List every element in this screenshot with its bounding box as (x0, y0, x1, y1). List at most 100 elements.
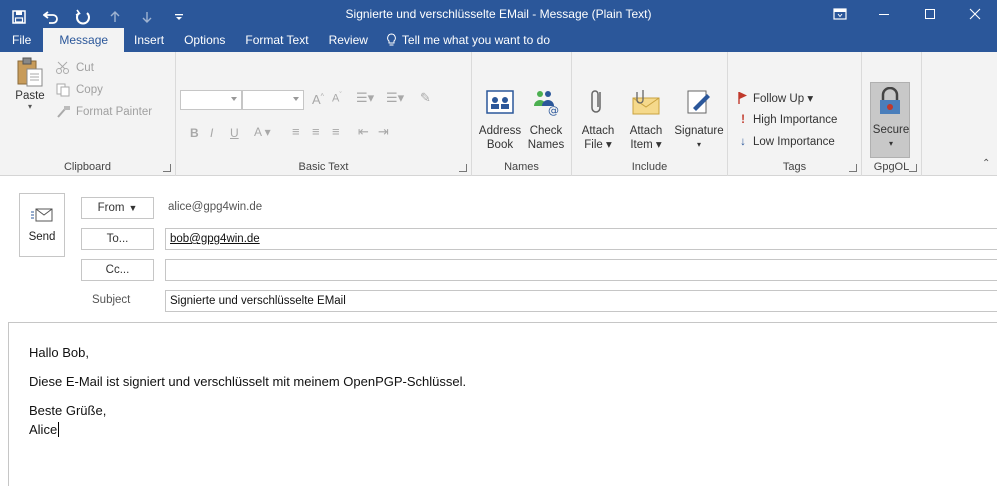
minimize-button[interactable] (862, 0, 906, 28)
clipboard-launcher-icon[interactable] (163, 164, 171, 172)
subject-label: Subject (92, 294, 131, 306)
paste-icon (17, 57, 43, 87)
cut-label: Cut (76, 62, 94, 74)
copy-label: Copy (76, 84, 103, 96)
cc-label: Cc... (105, 264, 130, 276)
minimize-icon (879, 14, 889, 15)
signature-button[interactable]: Signature ▾ (672, 88, 726, 158)
flag-icon (738, 92, 747, 104)
to-recipient[interactable]: bob@gpg4win.de (170, 233, 260, 245)
customize-qat-icon[interactable] (170, 8, 188, 26)
cut-button[interactable]: Cut (55, 58, 94, 78)
high-importance-button[interactable]: ! High Importance (738, 110, 837, 130)
decrease-indent-icon[interactable]: ⇤ (358, 124, 369, 140)
secure-button[interactable]: Secure ▾ (870, 82, 910, 158)
bold-button[interactable]: B (190, 126, 199, 140)
close-button[interactable] (953, 0, 997, 28)
send-icon (31, 208, 53, 222)
undo-icon[interactable] (42, 8, 60, 26)
tab-insert[interactable]: Insert (124, 28, 174, 52)
clear-formatting-icon[interactable]: ✎ (420, 90, 431, 106)
attach-file-label-2: File ▾ (584, 139, 612, 151)
address-book-label-1: Address (478, 125, 522, 137)
send-label: Send (28, 231, 56, 243)
paste-label: Paste (15, 90, 45, 102)
cc-field[interactable] (165, 259, 997, 281)
exclamation-icon: ! (741, 114, 745, 126)
copy-button[interactable]: Copy (55, 80, 103, 100)
up-arrow-icon[interactable] (106, 8, 124, 26)
names-group-label: Names (504, 161, 539, 173)
signature-icon (687, 90, 710, 114)
send-button[interactable]: Send (19, 193, 65, 257)
numbering-icon[interactable]: ☰▾ (386, 90, 404, 106)
tab-file[interactable]: File (0, 28, 43, 52)
collapse-ribbon-icon[interactable]: ⌃ (982, 158, 990, 169)
paste-button[interactable]: Paste ▾ (12, 56, 48, 132)
grow-font-icon[interactable]: A^ (312, 92, 324, 107)
scissors-icon (56, 61, 69, 74)
from-button[interactable]: From ▼ (81, 197, 154, 219)
from-dropdown-icon: ▼ (128, 203, 138, 213)
message-header: Send From ▼ alice@gpg4win.de To... bob@g… (0, 177, 997, 319)
address-book-button[interactable]: Address Book (478, 88, 522, 158)
maximize-button[interactable] (908, 0, 952, 28)
font-name-combo[interactable] (180, 90, 242, 110)
tab-format-text[interactable]: Format Text (235, 28, 318, 52)
format-painter-icon (57, 106, 70, 118)
cc-button[interactable]: Cc... (81, 259, 154, 281)
ribbon-display-icon (833, 8, 847, 20)
ribbon-tabs: File Message Insert Options Format Text … (0, 28, 550, 52)
follow-up-button[interactable]: Follow Up ▾ (738, 88, 813, 108)
low-importance-label: Low Importance (753, 136, 835, 148)
paste-dropdown-icon[interactable]: ▾ (28, 102, 32, 111)
attach-file-label-1: Attach (581, 125, 615, 137)
down-arrow-icon[interactable] (138, 8, 156, 26)
names-group: Address Book @ Check Names Names (472, 52, 572, 176)
bullets-icon[interactable]: ☰▾ (356, 90, 374, 106)
tab-message[interactable]: Message (43, 28, 125, 52)
to-field[interactable]: bob@gpg4win.de (165, 228, 997, 250)
quick-access-toolbar (10, 6, 188, 28)
body-line-content: Diese E-Mail ist signiert und verschlüss… (29, 374, 467, 389)
italic-button[interactable]: I (210, 126, 213, 140)
save-icon[interactable] (10, 8, 28, 26)
underline-button[interactable]: U (230, 126, 239, 140)
basic-text-launcher-icon[interactable] (459, 164, 467, 172)
tab-options[interactable]: Options (174, 28, 235, 52)
tags-group: Follow Up ▾ ! High Importance ↓ Low Impo… (728, 52, 862, 176)
align-right-icon[interactable]: ≡ (332, 124, 340, 139)
lightbulb-icon (387, 33, 396, 46)
align-left-icon[interactable]: ≡ (292, 124, 300, 139)
attach-item-button[interactable]: Attach Item ▾ (622, 88, 670, 158)
follow-up-label: Follow Up ▾ (753, 93, 814, 105)
font-size-combo[interactable] (242, 90, 304, 110)
format-painter-label: Format Painter (76, 106, 153, 118)
signature-dropdown-icon: ▾ (696, 140, 701, 149)
attach-file-button[interactable]: Attach File ▾ (576, 88, 620, 158)
tell-me-box[interactable]: Tell me what you want to do (378, 28, 550, 52)
font-color-icon[interactable]: A ▾ (254, 125, 271, 139)
from-value: alice@gpg4win.de (168, 201, 263, 213)
attach-item-label-2: Item ▾ (630, 139, 662, 151)
message-body[interactable]: Hallo Bob, Diese E-Mail ist signiert und… (8, 322, 997, 486)
check-names-button[interactable]: @ Check Names (524, 88, 568, 158)
ribbon: Paste ▾ Cut Copy Format Painter Clipboar… (0, 52, 997, 176)
tab-review[interactable]: Review (319, 28, 378, 52)
align-center-icon[interactable]: ≡ (312, 124, 320, 139)
svg-text:@: @ (548, 104, 559, 116)
paperclip-icon (591, 90, 601, 113)
format-painter-button[interactable]: Format Painter (55, 102, 152, 122)
ribbon-display-options-button[interactable] (818, 0, 862, 28)
include-group: Attach File ▾ Attach Item ▾ Signature ▾ (572, 52, 728, 176)
subject-field[interactable]: Signierte und verschlüsselte EMail (165, 290, 997, 312)
gpgol-launcher-icon[interactable] (909, 164, 917, 172)
tags-launcher-icon[interactable] (849, 164, 857, 172)
shrink-font-icon[interactable]: Aˇ (332, 92, 342, 105)
from-label: From (97, 202, 125, 214)
low-importance-button[interactable]: ↓ Low Importance (738, 132, 835, 152)
to-button[interactable]: To... (81, 228, 154, 250)
lock-icon (880, 87, 900, 114)
increase-indent-icon[interactable]: ⇥ (378, 124, 389, 140)
redo-icon[interactable] (74, 8, 92, 26)
